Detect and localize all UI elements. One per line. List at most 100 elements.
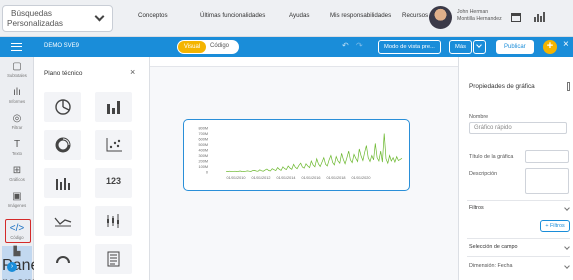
image-icon: ▣ [12, 191, 22, 202]
saved-searches-dropdown[interactable]: Búsquedas Personalizadas [2, 5, 113, 32]
publish-button[interactable]: Publicar [496, 40, 534, 54]
saved-searches-line2: Personalizadas [7, 19, 63, 28]
dimension-label[interactable]: Dimensión: Fecha [469, 263, 512, 269]
chevron-down-icon [476, 42, 482, 48]
donut-chart-icon [55, 137, 71, 153]
left-tool-rail: ▢ Subtotales ılı Informes ◎ Filtrar T Te… [0, 57, 54, 280]
more-chevron-button[interactable] [473, 40, 486, 54]
add-filter-button[interactable]: + Filtros [540, 220, 570, 232]
description-label: Descripción [469, 171, 498, 177]
menu-recursos[interactable]: Recursos [402, 12, 428, 19]
editor-toolbar: DEMO SVE9 Visual Código ↶ ↷ Modo de vist… [0, 37, 573, 57]
undo-icon[interactable]: ↶ [342, 41, 349, 50]
tile-pie-chart[interactable] [44, 92, 81, 122]
chart-properties-panel: Propiedades de gráfica Nombre Gráfico rá… [458, 57, 573, 280]
menu-ultimas-funcionalidades[interactable]: Últimas funcionalidades [200, 12, 265, 19]
description-field[interactable] [525, 168, 569, 194]
menu-ayudas[interactable]: Ayudas [289, 12, 310, 19]
y-tick-label: 600M [199, 138, 209, 142]
rail-label: Filtrar [11, 125, 23, 130]
collapse-chevron-icon[interactable]: › [7, 262, 17, 272]
tile-scatter-chart[interactable] [95, 130, 132, 160]
name-label: Nombre [469, 114, 489, 120]
panel-toggle-icon[interactable] [567, 82, 570, 91]
stats-icon[interactable] [533, 11, 545, 23]
rail-item-graficos[interactable]: ⊞ Gráficos [0, 165, 34, 182]
text-icon: T [13, 139, 21, 150]
gauge-chart-icon [56, 256, 70, 264]
page-title: DEMO SVE9 [44, 43, 80, 49]
saved-searches-line1: Búsquedas [11, 9, 52, 18]
name-field[interactable]: Gráfico rápido [469, 122, 567, 134]
toggle-visual[interactable]: Visual [178, 41, 206, 53]
rail-item-imagenes[interactable]: ▣ Imágenes [0, 191, 34, 208]
line-chart: 800M700M 600M500M 400M300M 200M100M 0 01/01/… [199, 127, 403, 180]
tile-column-chart[interactable] [44, 168, 81, 198]
divider [467, 200, 570, 201]
toggle-code[interactable]: Código [210, 43, 229, 49]
x-tick-label: 01/01/2020 [351, 176, 370, 180]
field-selection-label: Selección de campo [469, 244, 518, 250]
bar-chart-icon: ılı [13, 87, 21, 98]
chart-title-field[interactable] [525, 150, 569, 163]
calendar-icon[interactable] [510, 11, 522, 23]
scatter-chart-icon [106, 138, 122, 152]
tile-boxplot-chart[interactable] [95, 206, 132, 236]
chevron-down-icon [94, 11, 105, 22]
y-tick-label: 200M [199, 160, 209, 164]
panel-title: Plano técnico [44, 70, 83, 77]
x-tick-label: 01/01/2016 [301, 176, 320, 180]
filter-icon: ◎ [12, 113, 22, 124]
x-tick-label: 01/01/2012 [251, 176, 270, 180]
chevron-down-icon[interactable] [564, 244, 570, 250]
y-tick-label: 500M [199, 143, 209, 147]
line-chart-icon [54, 217, 72, 227]
close-icon[interactable]: × [563, 39, 569, 50]
menu-mis-responsabilidades[interactable]: Mis responsabilidades [330, 12, 391, 19]
close-icon[interactable]: × [130, 67, 135, 77]
rail-item-texto[interactable]: T Texto [0, 139, 34, 156]
top-menu-bar: Búsquedas Personalizadas Conceptos Últim… [0, 0, 573, 37]
tile-line-chart[interactable] [44, 206, 81, 236]
panel-icon: ▙ [13, 246, 21, 256]
more-button[interactable]: Más [449, 40, 472, 54]
view-mode-toggle[interactable]: Visual Código [177, 40, 239, 54]
tile-table-chart[interactable] [95, 244, 132, 274]
column-chart-icon [56, 178, 70, 190]
rail-item-subtotales[interactable]: ▢ Subtotales [0, 61, 34, 78]
redo-icon[interactable]: ↷ [356, 41, 363, 50]
rail-item-informes[interactable]: ılı Informes [0, 87, 34, 104]
tile-gauge-chart[interactable] [44, 244, 81, 274]
rail-label: Imágenes [7, 203, 27, 208]
chevron-down-icon[interactable] [564, 263, 570, 269]
y-tick-label: 700M [199, 132, 209, 136]
tile-donut-chart[interactable] [44, 130, 81, 160]
divider [467, 256, 570, 257]
tile-number-card[interactable]: 123 [95, 168, 132, 198]
table-icon: ▢ [12, 61, 22, 72]
series-line [225, 133, 403, 173]
rail-item-filtrar[interactable]: ◎ Filtrar [0, 113, 34, 130]
rail-item-panel[interactable]: ▙ Pane rasmos [2, 246, 54, 280]
tile-bar-chart[interactable] [95, 92, 132, 122]
chart-picker-panel: Plano técnico × 123 [34, 57, 150, 280]
avatar[interactable] [429, 6, 452, 29]
canvas-ruler [150, 57, 458, 67]
y-tick-label: 800M [199, 127, 209, 131]
properties-title: Propiedades de gráfica [469, 83, 535, 90]
number-card-label: 123 [105, 176, 122, 186]
chart-widget[interactable]: 800M 700M 600M 500M 400M 300M 200M 100M 0 01/01/… [183, 119, 410, 191]
rail-label: Subtotales [7, 73, 27, 78]
chart-title-label: Título de la gráfica [469, 154, 514, 160]
add-icon[interactable]: + [543, 40, 557, 54]
user-name[interactable]: John Herman Montilla Hernandez [457, 9, 502, 22]
preview-mode-button[interactable]: Modo de vista pre... [378, 40, 441, 54]
charts-icon: ⊞ [12, 165, 22, 176]
hamburger-menu-icon[interactable] [11, 43, 22, 51]
x-tick-label: 01/01/2018 [326, 176, 345, 180]
chevron-down-icon[interactable] [564, 205, 570, 211]
menu-conceptos[interactable]: Conceptos [138, 12, 168, 19]
design-canvas: 800M 700M 600M 500M 400M 300M 200M 100M 0 01/01/… [150, 57, 458, 280]
x-tick-label: 01/01/2014 [276, 176, 295, 180]
selected-tool-highlight [5, 219, 31, 243]
